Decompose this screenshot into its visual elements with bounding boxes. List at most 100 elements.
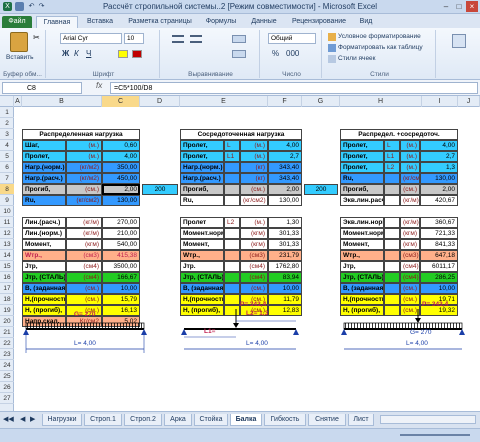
column-header-i[interactable]: I — [422, 96, 458, 107]
mid_block-unit[interactable]: L — [224, 140, 240, 151]
left_block-label[interactable]: Ru, — [22, 195, 66, 206]
right_block-label[interactable]: Экв.лин.норм. — [340, 217, 384, 228]
corner-select-all[interactable] — [0, 96, 14, 107]
sheet-tab-stoyka[interactable]: Стойка — [194, 414, 228, 426]
left_block-value[interactable]: 2,00 — [102, 184, 140, 195]
sheet-tab-arka[interactable]: Арка — [164, 414, 192, 426]
right_block-label[interactable]: Пролет, — [340, 151, 384, 162]
right_block-unit[interactable] — [384, 228, 400, 239]
right_block-unit[interactable] — [384, 173, 400, 184]
left_block-unit[interactable]: (кгм) — [66, 239, 102, 250]
column-header-e[interactable]: E — [180, 96, 268, 107]
right_block-value[interactable]: 4,00 — [420, 140, 458, 151]
mid_block-unit2[interactable]: (кгм) — [240, 239, 268, 250]
left_block-unit[interactable]: (кг/м) — [66, 217, 102, 228]
maximize-icon[interactable]: □ — [453, 1, 465, 12]
column-header-d[interactable]: D — [140, 96, 180, 107]
left_block-value[interactable]: 415,38 — [102, 250, 140, 261]
left_block-unit[interactable]: (см.) — [66, 184, 102, 195]
mid_block-value[interactable]: 1,30 — [268, 217, 302, 228]
right_block-label[interactable]: Прогиб, — [340, 184, 384, 195]
mid_block-unit2[interactable]: (м.) — [240, 151, 268, 162]
mid_block-value[interactable]: 10,00 — [268, 283, 302, 294]
mid_block-unit[interactable]: L1 — [224, 151, 240, 162]
right_block-unit2[interactable]: (см4) — [400, 272, 420, 283]
left_block-label[interactable]: Нагр.(расч.) — [22, 173, 66, 184]
between-value-d8[interactable]: 200 — [142, 184, 178, 195]
right_block-label[interactable]: Jтр, — [340, 261, 384, 272]
right_block-unit[interactable]: L2 — [384, 162, 400, 173]
mid_block-unit2[interactable]: (кгм) — [240, 228, 268, 239]
mid_block-value[interactable]: 2,7 — [268, 151, 302, 162]
row-header[interactable]: 3 — [0, 129, 14, 140]
right_block-unit2[interactable]: (м.) — [400, 151, 420, 162]
left_block-unit[interactable]: (м.) — [66, 140, 102, 151]
right_block-unit[interactable] — [384, 272, 400, 283]
left_block-value[interactable]: 130,00 — [102, 195, 140, 206]
column-header-j[interactable]: J — [458, 96, 480, 107]
mid_block-unit2[interactable]: (кг) — [240, 162, 268, 173]
left_block-value[interactable]: 270,00 — [102, 217, 140, 228]
mid_block-unit2[interactable]: (кг/см2) — [240, 195, 268, 206]
right_block-label[interactable]: Wтр., — [340, 250, 384, 261]
right_block-unit[interactable]: L — [384, 140, 400, 151]
left_block-label[interactable]: Момент, — [22, 239, 66, 250]
right_block-unit2[interactable]: (м.) — [400, 140, 420, 151]
mid-block-header[interactable]: Сосредоточенная нагрузка — [180, 129, 302, 140]
cond-format-button[interactable]: Условное форматирование — [338, 33, 421, 40]
left_block-value[interactable]: 450,00 — [102, 173, 140, 184]
tab-data[interactable]: Данные — [246, 16, 282, 28]
mid_block-label[interactable]: Момент, — [180, 239, 224, 250]
row-header[interactable]: 20 — [0, 316, 14, 327]
mid_block-value[interactable]: 130,00 — [268, 195, 302, 206]
mid_block-unit[interactable]: L2 — [224, 217, 240, 228]
thousands-button[interactable]: 000 — [286, 49, 299, 58]
left-block-header[interactable]: Распределенная нагрузка — [22, 129, 140, 140]
right_block-value[interactable]: 360,67 — [420, 217, 458, 228]
left_block-value[interactable]: 3500,00 — [102, 261, 140, 272]
tab-nav-first-icon[interactable]: ◀◀ — [3, 415, 14, 423]
mid_block-unit[interactable] — [224, 250, 240, 261]
right_block-value[interactable]: 1,3 — [420, 162, 458, 173]
zoom-slider[interactable] — [400, 434, 470, 436]
mid_block-label[interactable]: Пролет, — [180, 151, 224, 162]
row-header[interactable]: 16 — [0, 272, 14, 283]
fx-icon[interactable]: fx — [96, 81, 102, 90]
right_block-label[interactable]: Пролет, — [340, 140, 384, 151]
right_block-label[interactable]: Момент.норм. — [340, 228, 384, 239]
font-name-select[interactable]: Arial Cyr — [60, 33, 122, 44]
mid_block-label[interactable]: Пролет, — [180, 140, 224, 151]
left_block-label[interactable]: Нагр.(норм.) — [22, 162, 66, 173]
right_block-value[interactable]: 2,00 — [420, 184, 458, 195]
mid_block-unit2[interactable]: (см.) — [240, 283, 268, 294]
mid_block-value[interactable]: 2,00 — [268, 184, 302, 195]
mid_block-value[interactable]: 343,40 — [268, 173, 302, 184]
cut-icon[interactable]: ✂ — [33, 33, 40, 42]
mid_block-label[interactable]: Jтр, (СТАЛЬ) — [180, 272, 224, 283]
right_block-unit2[interactable]: (кгм) — [400, 239, 420, 250]
align-center-icon[interactable] — [190, 35, 202, 43]
row-header[interactable]: 14 — [0, 250, 14, 261]
mid_block-label[interactable]: Момент.норм. — [180, 228, 224, 239]
tab-formulas[interactable]: Формулы — [200, 16, 242, 28]
mid_block-label[interactable]: Нагр.(норм.) — [180, 162, 224, 173]
percent-button[interactable]: % — [272, 49, 279, 58]
left_block-unit[interactable]: (кг/м) — [66, 228, 102, 239]
wrap-text-icon[interactable] — [232, 35, 246, 43]
mid_block-label[interactable]: Нагр.(расч.) — [180, 173, 224, 184]
right_block-unit[interactable] — [384, 217, 400, 228]
sheet-tab-balka[interactable]: Балка — [230, 414, 262, 426]
left_block-label[interactable]: Шаг, — [22, 140, 66, 151]
name-box[interactable]: C8 — [2, 82, 82, 94]
left_block-unit[interactable]: (кг/см2) — [66, 195, 102, 206]
left_block-value[interactable]: 15,79 — [102, 294, 140, 305]
mid_block-value[interactable]: 231,79 — [268, 250, 302, 261]
row-header[interactable]: 23 — [0, 349, 14, 360]
left_block-unit[interactable]: (см3) — [66, 250, 102, 261]
right_block-unit2[interactable]: (кг/см2) — [400, 173, 420, 184]
paste-icon[interactable] — [10, 32, 28, 52]
row-header[interactable]: 15 — [0, 261, 14, 272]
mid_block-unit[interactable] — [224, 184, 240, 195]
sheet-tab-gibkost[interactable]: Гибкость — [264, 414, 306, 426]
left_block-value[interactable]: 350,00 — [102, 162, 140, 173]
